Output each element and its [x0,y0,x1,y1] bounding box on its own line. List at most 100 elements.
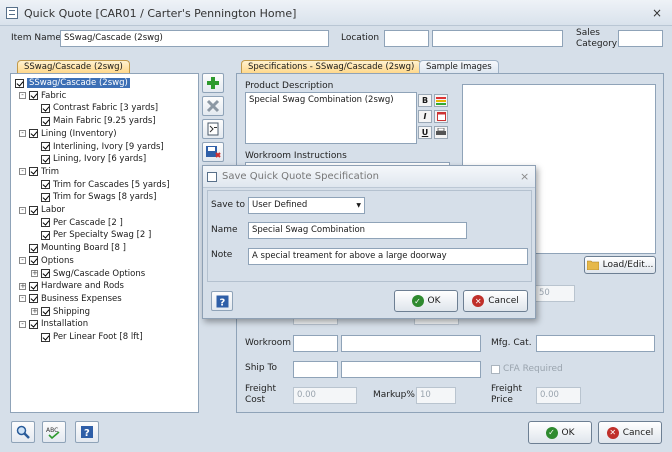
window-close-button[interactable]: × [652,6,662,20]
tree-node[interactable]: Per Specialty Swag [2 ] [31,229,151,241]
tree-node[interactable]: Main Fabric [9.25 yards] [31,115,156,127]
item-name-input[interactable]: SSwag/Cascade (2swg) [60,30,329,47]
tree-node[interactable]: Lining, Ivory [6 yards] [31,153,146,165]
tree-node[interactable]: - Business Expenses [19,293,122,305]
tree-node[interactable]: SSwag/Cascade (2swg) [15,77,130,89]
tree-node[interactable]: + Shipping [31,306,90,318]
tree-node-checkbox[interactable] [29,167,38,177]
ok-button[interactable]: ✓ OK [528,421,592,444]
tree-node-checkbox[interactable] [41,218,50,228]
collapse-toggle[interactable]: - [19,257,26,265]
mfg-cat-input[interactable] [536,335,655,352]
spellcheck-button[interactable]: ABC [42,421,66,443]
tree-node-checkbox[interactable] [41,103,50,113]
workroom-name-input[interactable] [341,335,481,352]
italic-button[interactable]: I [418,110,432,123]
tree-node-label: Per Cascade [2 ] [53,217,123,228]
tree-node[interactable]: Mounting Board [8 ] [19,242,126,254]
tree-node[interactable]: Interlining, Ivory [9 yards] [31,141,164,153]
tree-node-checkbox[interactable] [41,230,50,240]
tree-node[interactable]: Trim for Swags [8 yards] [31,191,156,203]
collapse-toggle[interactable]: - [19,130,26,138]
name-input[interactable]: Special Swag Combination [248,222,467,239]
tree-node[interactable]: - Labor [19,204,65,216]
location-name-input[interactable] [432,30,563,47]
help-button[interactable]: ? [75,421,99,443]
save-to-select[interactable]: User Defined ▼ [248,197,365,214]
tree-node-checkbox[interactable] [41,269,50,278]
tree-node-checkbox[interactable] [29,129,38,139]
ship-to-name-input[interactable] [341,361,481,378]
tree-node-checkbox[interactable] [41,192,50,202]
tree-node[interactable]: + Swg/Cascade Options [31,268,145,280]
search-button[interactable] [11,421,35,443]
collapse-toggle[interactable]: - [19,295,26,303]
tab-sample-images[interactable]: Sample Images [419,60,499,73]
tree-node-checkbox[interactable] [41,180,50,190]
workroom-code-input[interactable] [293,335,338,352]
partial-value-field[interactable]: 50 [535,285,575,302]
tab-specifications[interactable]: Specifications - SSwag/Cascade (2swg) [241,60,422,73]
dialog-close-button[interactable]: × [520,170,529,183]
calculate-button[interactable] [202,119,224,139]
print-button[interactable] [434,126,448,139]
tree-node[interactable]: - Options [19,255,74,267]
tree-node-checkbox[interactable] [29,91,38,101]
tree-node-label: Lining (Inventory) [41,128,117,139]
tree-node[interactable]: - Fabric [19,90,66,102]
color-lines-button[interactable] [434,94,448,107]
cancel-button[interactable]: ✕ Cancel [598,421,662,444]
tree-node-checkbox[interactable] [41,307,50,317]
cfa-required-checkbox[interactable]: CFA Required [491,364,563,374]
tree-node[interactable]: Contrast Fabric [3 yards] [31,102,158,114]
collapse-toggle[interactable]: - [19,168,26,176]
tree-node-checkbox[interactable] [41,332,50,342]
markup-input[interactable]: 10 [416,387,456,404]
tree-node-checkbox[interactable] [41,116,50,126]
location-code-input[interactable] [384,30,429,47]
name-label: Name [211,225,238,235]
tab-tree-item[interactable]: SSwag/Cascade (2swg) [17,60,130,73]
dialog-help-button[interactable]: ? [211,291,233,311]
tree-node-checkbox[interactable] [29,294,38,304]
tree-node-checkbox[interactable] [41,142,50,151]
save-spec-button[interactable] [202,142,224,162]
tree-node-checkbox[interactable] [15,78,24,88]
sales-category-input[interactable] [618,30,663,47]
collapse-toggle[interactable]: - [19,92,26,100]
delete-button[interactable] [202,96,224,116]
note-input[interactable]: A special treament for above a large doo… [248,248,528,265]
dialog-ok-button[interactable]: ✓ OK [394,290,458,312]
add-button[interactable] [202,73,224,93]
tree-node-label: Installation [41,319,89,330]
load-edit-button[interactable]: Load/Edit... [584,256,656,274]
bold-button[interactable]: B [418,94,432,107]
freight-cost-input[interactable]: 0.00 [293,387,357,404]
calendar-button[interactable] [434,110,448,123]
tree-node[interactable]: Per Cascade [2 ] [31,217,123,229]
product-description-textarea[interactable]: Special Swag Combination (2swg) [245,92,417,144]
tree-node[interactable]: Per Linear Foot [8 lft] [31,331,143,343]
tree-node-checkbox[interactable] [29,319,38,329]
tree-node-checkbox[interactable] [29,281,38,291]
tree-node[interactable]: Trim for Cascades [5 yards] [31,179,170,191]
tree-node[interactable]: - Trim [19,166,59,178]
expand-toggle[interactable]: + [31,270,38,277]
tree-node-checkbox[interactable] [29,256,38,266]
tree-node-checkbox[interactable] [29,243,38,253]
expand-toggle[interactable]: + [31,308,38,316]
ship-to-code-input[interactable] [293,361,338,378]
tree-node[interactable]: + Hardware and Rods [19,280,124,292]
tree-node[interactable]: - Lining (Inventory) [19,128,117,140]
collapse-toggle[interactable]: - [19,206,26,214]
underline-button[interactable]: U [418,126,432,139]
tree-node-checkbox[interactable] [29,205,38,215]
dialog-cancel-button[interactable]: ✕ Cancel [463,290,528,312]
tree-node-checkbox[interactable] [41,154,50,164]
freight-price-input[interactable]: 0.00 [536,387,581,404]
tree-node[interactable]: - Installation [19,318,88,330]
collapse-toggle[interactable]: - [19,320,26,328]
expand-toggle[interactable]: + [19,282,26,290]
